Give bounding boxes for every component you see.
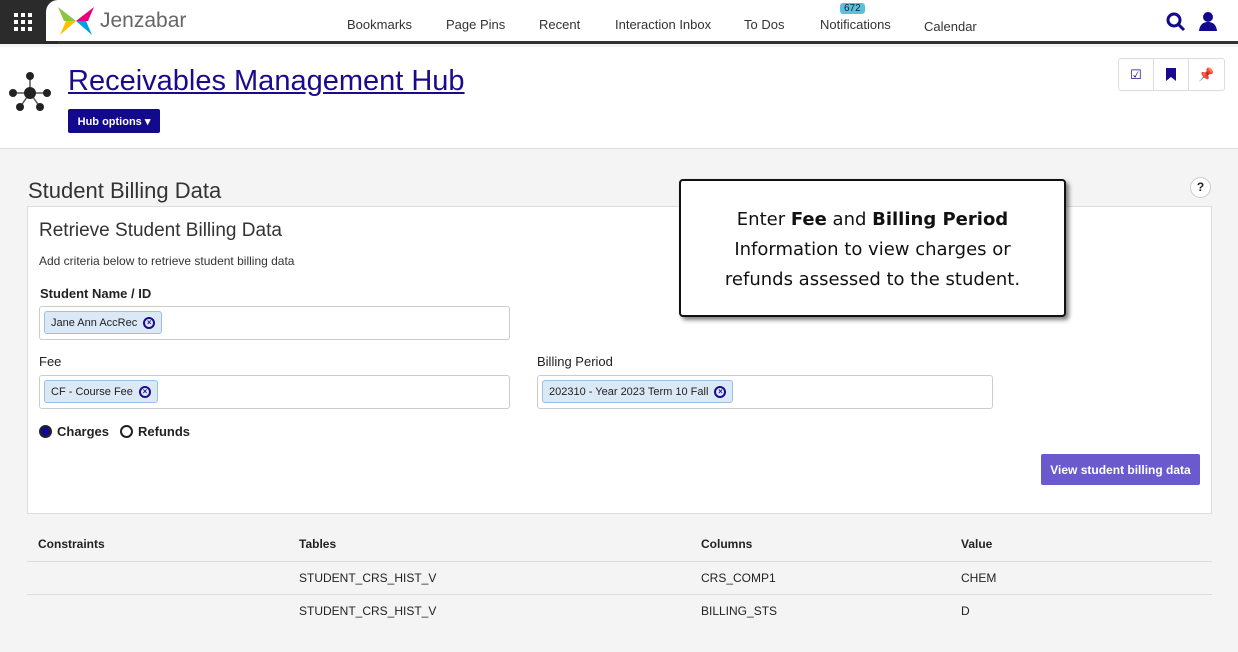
- student-chip: Jane Ann AccRec ×: [44, 311, 163, 334]
- hub-network-icon: [9, 72, 51, 111]
- section-title: Student Billing Data: [28, 178, 222, 203]
- card-description: Add criteria below to retrieve student b…: [39, 254, 295, 268]
- nav-bookmarks[interactable]: Bookmarks: [347, 17, 412, 32]
- constraints-table: Constraints Tables Columns Value STUDENT…: [27, 527, 1212, 627]
- student-label: Student Name / ID: [40, 286, 152, 301]
- pin-icon[interactable]: 📌: [1189, 59, 1224, 90]
- brand-name: Jenzabar: [100, 8, 187, 32]
- app-grid-icon[interactable]: [0, 0, 58, 44]
- add-to-do-icon[interactable]: ☑: [1119, 59, 1154, 90]
- fee-chip-label: CF - Course Fee: [51, 385, 133, 398]
- fee-chip: CF - Course Fee ×: [44, 380, 158, 403]
- nav-recent[interactable]: Recent: [539, 17, 580, 32]
- callout-bold-fee: Fee: [790, 209, 827, 230]
- cell-constraint: [27, 560, 288, 594]
- remove-chip-icon[interactable]: ×: [138, 385, 151, 398]
- callout-text: Information to view charges or refunds a…: [724, 239, 1021, 290]
- billing-period-chip: 202310 - Year 2023 Term 10 Fall ×: [542, 380, 734, 403]
- charges-radio[interactable]: Charges: [39, 424, 109, 439]
- radio-unselected-icon: [120, 425, 133, 438]
- cell-table: STUDENT_CRS_HIST_V: [288, 593, 690, 627]
- callout-text: Enter: [736, 209, 791, 230]
- page-actions: ☑ 📌: [1118, 58, 1225, 91]
- fee-label: Fee: [39, 354, 62, 369]
- table-header-row: Constraints Tables Columns Value: [27, 527, 1212, 561]
- nav-notifications[interactable]: Notifications: [820, 17, 891, 32]
- cell-table: STUDENT_CRS_HIST_V: [288, 560, 690, 594]
- top-nav-bar: Jenzabar Bookmarks Page Pins Recent Inte…: [0, 0, 1238, 44]
- nav-interaction-inbox[interactable]: Interaction Inbox: [615, 17, 711, 32]
- page-header: Receivables Management Hub Hub options ▾…: [0, 47, 1238, 149]
- nav-to-dos[interactable]: To Dos: [744, 17, 784, 32]
- table-row: STUDENT_CRS_HIST_V BILLING_STS D: [27, 593, 1212, 627]
- user-icon[interactable]: [1198, 11, 1218, 31]
- radio-selected-icon: [39, 425, 52, 438]
- card-title: Retrieve Student Billing Data: [39, 220, 282, 241]
- col-tables: Tables: [299, 536, 337, 551]
- page-title[interactable]: Receivables Management Hub: [68, 65, 465, 98]
- bookmark-icon[interactable]: [1154, 59, 1189, 90]
- jenzabar-logo[interactable]: Jenzabar: [46, 0, 206, 41]
- table-row: STUDENT_CRS_HIST_V CRS_COMP1 CHEM: [27, 560, 1212, 594]
- cell-constraint: [27, 593, 288, 627]
- refunds-radio[interactable]: Refunds: [120, 424, 190, 439]
- cell-value: D: [950, 593, 1212, 627]
- instruction-callout: Enter Fee and Billing Period Information…: [679, 179, 1066, 317]
- student-chip-label: Jane Ann AccRec: [51, 316, 138, 329]
- butterfly-logo-icon: [58, 6, 94, 35]
- search-icon[interactable]: [1166, 12, 1186, 32]
- cell-column: CRS_COMP1: [690, 560, 950, 594]
- billing-period-field[interactable]: 202310 - Year 2023 Term 10 Fall ×: [537, 375, 993, 409]
- hub-options-label: Hub options: [77, 115, 142, 128]
- nav-calendar[interactable]: Calendar: [924, 19, 977, 34]
- callout-text: and: [826, 209, 873, 230]
- refunds-label: Refunds: [138, 424, 190, 439]
- col-constraints: Constraints: [38, 536, 105, 551]
- fee-field[interactable]: CF - Course Fee ×: [39, 375, 510, 409]
- col-value: Value: [961, 536, 993, 551]
- student-field[interactable]: Jane Ann AccRec ×: [39, 306, 510, 340]
- callout-bold-period: Billing Period: [872, 209, 1009, 230]
- cell-value: CHEM: [950, 560, 1212, 594]
- notifications-badge: 672: [840, 3, 865, 14]
- hub-options-button[interactable]: Hub options ▾: [68, 109, 160, 133]
- billing-period-chip-label: 202310 - Year 2023 Term 10 Fall: [549, 385, 709, 398]
- view-billing-data-button[interactable]: View student billing data: [1041, 454, 1200, 485]
- caret-down-icon: ▾: [144, 115, 151, 128]
- remove-chip-icon[interactable]: ×: [143, 316, 156, 329]
- nav-page-pins[interactable]: Page Pins: [446, 17, 505, 32]
- billing-period-label: Billing Period: [537, 354, 613, 369]
- help-icon[interactable]: ?: [1190, 177, 1211, 198]
- cell-column: BILLING_STS: [690, 593, 950, 627]
- col-columns: Columns: [701, 536, 753, 551]
- charges-label: Charges: [57, 424, 110, 439]
- remove-chip-icon[interactable]: ×: [714, 385, 727, 398]
